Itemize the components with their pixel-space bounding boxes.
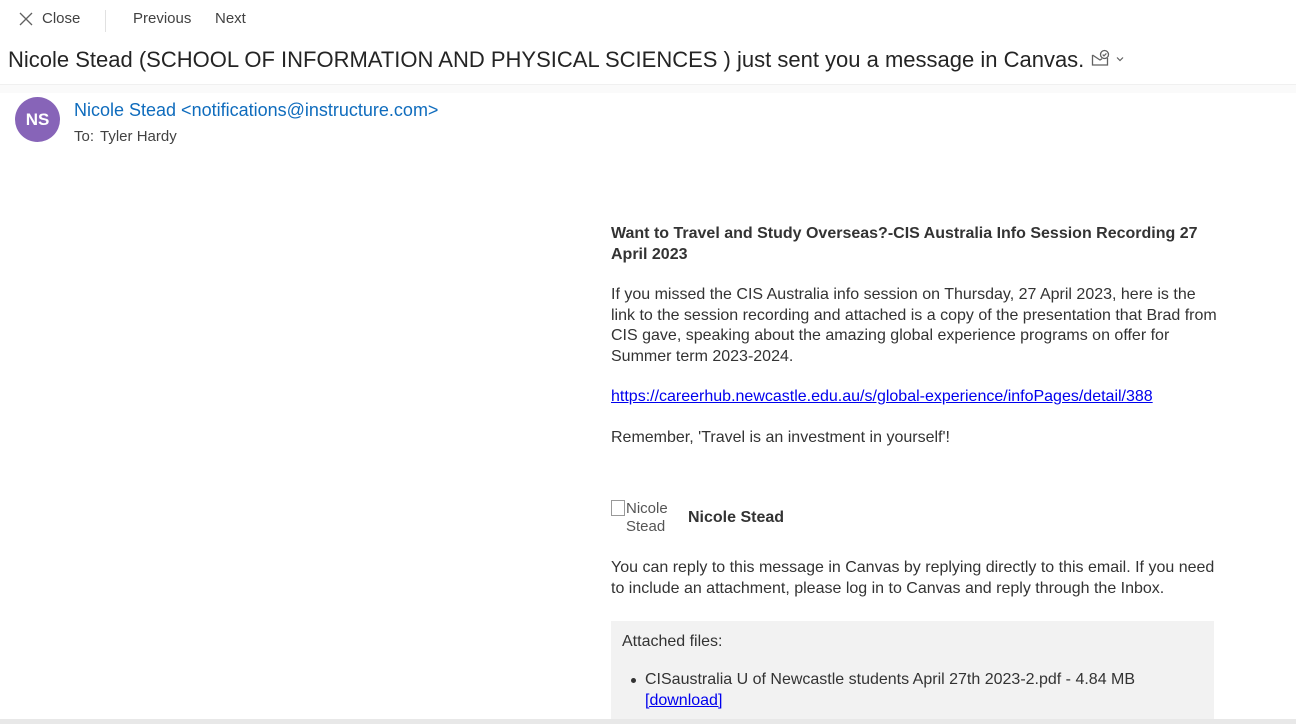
previous-label: Previous bbox=[133, 10, 192, 27]
message-paragraph-closing: Remember, 'Travel is an investment in yo… bbox=[611, 428, 950, 446]
close-icon bbox=[19, 12, 33, 25]
toolbar-divider bbox=[105, 10, 106, 32]
broken-image-icon bbox=[611, 500, 625, 516]
signature-image-alt: Nicole Stead bbox=[626, 500, 667, 535]
previous-button[interactable]: Previous bbox=[133, 10, 191, 27]
message-paragraph: If you missed the CIS Australia info ses… bbox=[611, 286, 1217, 365]
chevron-down-icon bbox=[1116, 57, 1124, 62]
attachments-list: CISaustralia U of Newcastle students Apr… bbox=[630, 669, 1136, 711]
recording-link[interactable]: https://careerhub.newcastle.edu.au/s/glo… bbox=[611, 388, 1153, 405]
to-label: To: bbox=[74, 128, 95, 145]
download-link[interactable]: [download] bbox=[645, 692, 722, 709]
list-item: CISaustralia U of Newcastle students Apr… bbox=[630, 669, 1136, 711]
signature-avatar-image: Nicole Stead bbox=[611, 500, 667, 536]
recipient-name[interactable]: Tyler Hardy bbox=[100, 128, 177, 145]
reply-note: You can reply to this message in Canvas … bbox=[611, 559, 1215, 597]
reading-pane-toolbar: Close Previous Next bbox=[0, 0, 1296, 40]
envelope-check-icon bbox=[1091, 49, 1110, 66]
recipients-line: To: Tyler Hardy bbox=[74, 128, 177, 145]
header-divider bbox=[0, 84, 1296, 93]
next-label: Next bbox=[215, 10, 246, 27]
sender-name[interactable]: Nicole Stead <notifications@instructure.… bbox=[74, 100, 438, 121]
email-subject: Nicole Stead (SCHOOL OF INFORMATION AND … bbox=[8, 47, 1085, 72]
close-label: Close bbox=[42, 10, 81, 27]
message-actions-dropdown[interactable] bbox=[1090, 49, 1126, 69]
next-button[interactable]: Next bbox=[215, 10, 246, 27]
attachment-name: CISaustralia U of Newcastle students Apr… bbox=[645, 671, 1136, 688]
signature-name: Nicole Stead bbox=[688, 509, 785, 526]
bottom-scroll-edge bbox=[0, 719, 1296, 724]
message-title: Want to Travel and Study Overseas?-CIS A… bbox=[611, 225, 1198, 263]
close-button[interactable]: Close bbox=[18, 10, 80, 27]
attachments-box: Attached files: CISaustralia U of Newcas… bbox=[611, 621, 1214, 724]
message-body: Want to Travel and Study Overseas?-CIS A… bbox=[611, 224, 1217, 448]
signature: Nicole Stead Nicole Stead bbox=[611, 500, 784, 536]
sender-avatar[interactable]: NS bbox=[15, 97, 60, 142]
attachments-title: Attached files: bbox=[622, 633, 723, 650]
